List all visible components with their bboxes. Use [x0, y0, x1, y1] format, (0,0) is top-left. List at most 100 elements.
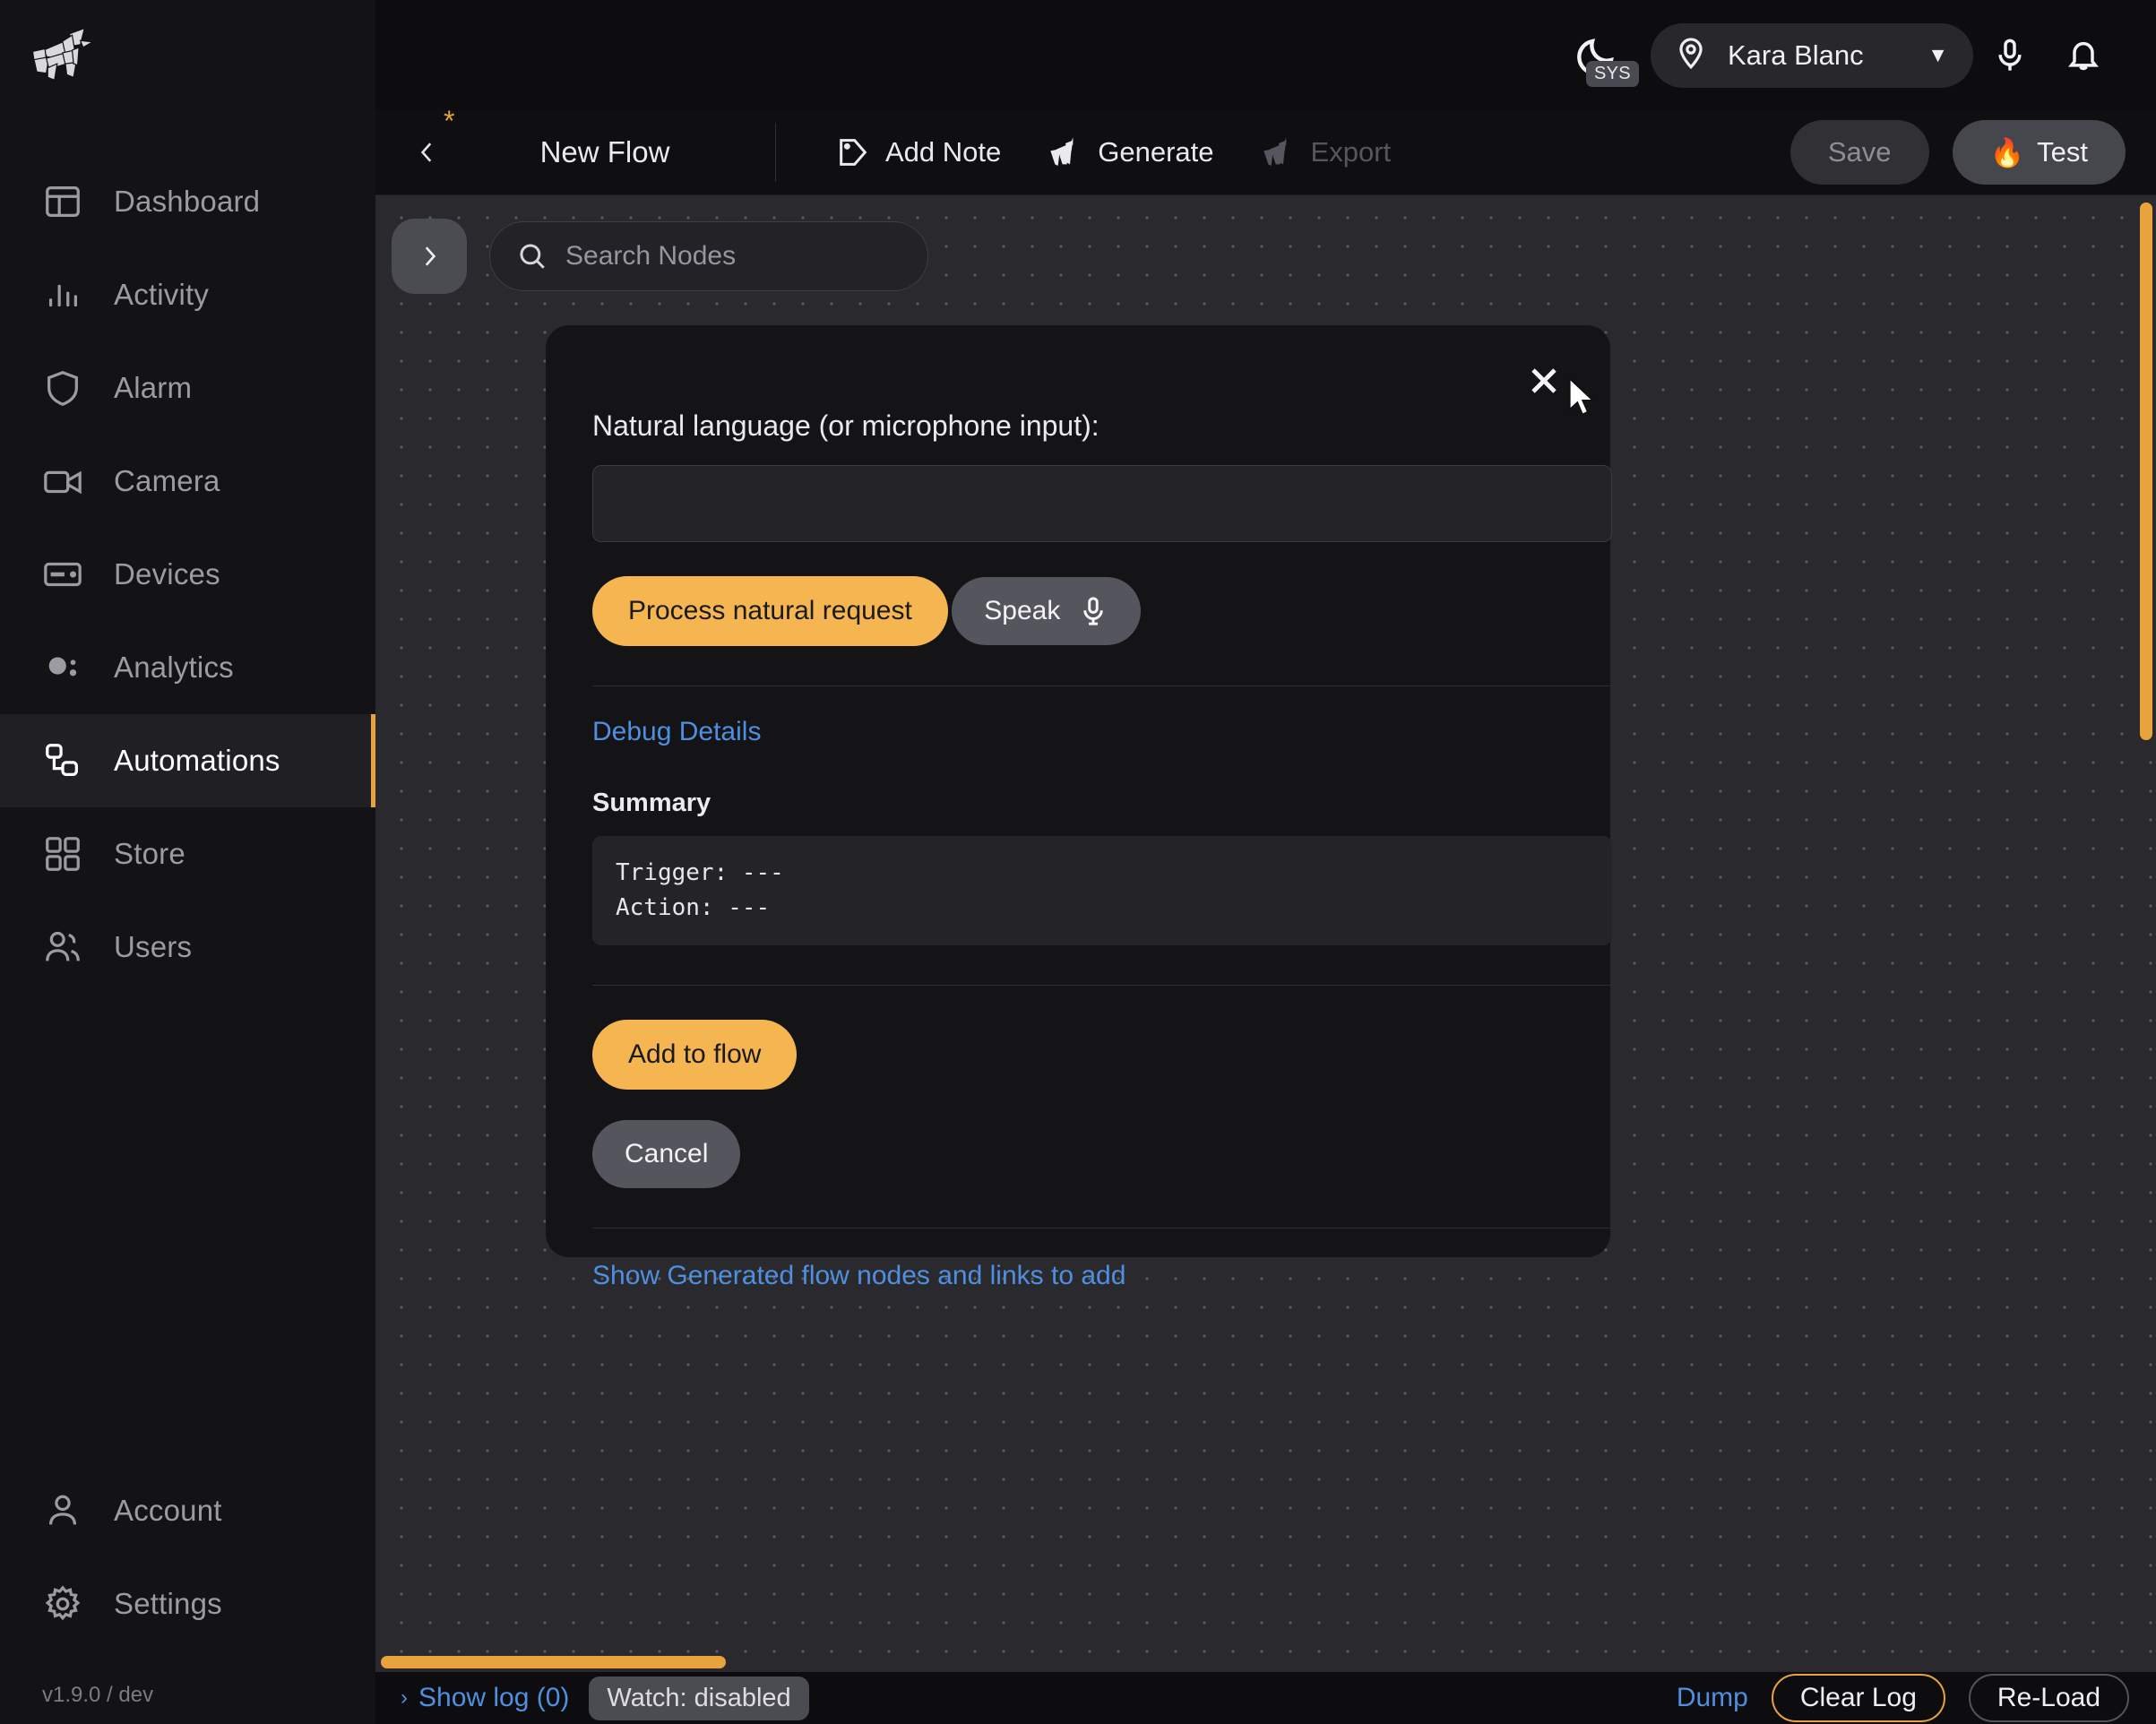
clear-log-button[interactable]: Clear Log	[1771, 1674, 1945, 1722]
close-modal-button[interactable]	[1515, 352, 1573, 409]
add-note-button[interactable]: Add Note	[812, 123, 1024, 182]
modal-divider-top	[592, 685, 1612, 686]
microphone-icon	[1998, 39, 2022, 71]
microphone-button[interactable]	[1973, 22, 2047, 90]
watch-status-badge: Watch: disabled	[589, 1676, 809, 1720]
flow-toolbar: * New Flow Add Note Generate Export Save…	[375, 107, 2156, 195]
summary-heading: Summary	[592, 789, 711, 817]
speak-button[interactable]: Speak	[952, 577, 1142, 645]
logo-area[interactable]	[0, 0, 375, 110]
sidebar-item-analytics[interactable]: Analytics	[0, 621, 375, 714]
location-user-selector[interactable]: Kara Blanc ▼	[1651, 22, 1973, 88]
sidebar-item-alarm[interactable]: Alarm	[0, 341, 375, 435]
canvas-toolbar	[392, 219, 928, 294]
unicorn-icon	[1261, 134, 1297, 170]
cancel-label: Cancel	[625, 1139, 709, 1168]
analytics-bubble-icon	[42, 647, 83, 688]
sidebar-item-devices[interactable]: Devices	[0, 528, 375, 621]
log-actions: Dump Clear Log Re-Load	[1677, 1674, 2129, 1722]
sidebar-item-label: Automations	[114, 744, 280, 777]
export-button: Export	[1238, 123, 1415, 182]
process-natural-request-button[interactable]: Process natural request	[592, 576, 948, 646]
canvas-horizontal-scrollbar[interactable]	[381, 1656, 726, 1668]
summary-code-block: Trigger: --- Action: ---	[592, 836, 1612, 945]
toolbar-actions: Save 🔥 Test	[1789, 120, 2126, 185]
bell-icon	[2068, 41, 2099, 70]
generate-label: Generate	[1098, 136, 1214, 168]
sidebar-item-dashboard[interactable]: Dashboard	[0, 155, 375, 248]
app-version: v1.9.0 / dev	[42, 1683, 154, 1707]
theme-mode-badge: SYS	[1586, 60, 1639, 87]
bottom-status-bar: › Show log (0) Watch: disabled Dump Clea…	[375, 1672, 2156, 1724]
sidebar-item-label: Devices	[114, 557, 220, 590]
users-icon	[42, 927, 83, 968]
sidebar-item-users[interactable]: Users	[0, 901, 375, 994]
show-generated-nodes-link[interactable]: Show Generated flow nodes and links to a…	[592, 1261, 1125, 1291]
unsaved-indicator: *	[444, 105, 455, 137]
dump-link[interactable]: Dump	[1677, 1683, 1748, 1713]
search-input[interactable]	[565, 241, 901, 272]
show-log-link[interactable]: › Show log (0)	[401, 1683, 569, 1713]
page-title: New Flow	[539, 135, 670, 168]
reload-button[interactable]: Re-Load	[1968, 1674, 2129, 1722]
nodes-flow-icon	[42, 740, 83, 781]
generate-button[interactable]: Generate	[1024, 123, 1237, 182]
save-label: Save	[1827, 136, 1892, 168]
sidebar-item-store[interactable]: Store	[0, 807, 375, 901]
chevron-right-icon	[425, 246, 436, 266]
prompt-label: Natural language (or microphone input):	[592, 409, 1100, 442]
sidebar-item-label: Users	[114, 930, 193, 963]
chevron-right-icon: ›	[401, 1685, 408, 1710]
video-camera-icon	[42, 461, 83, 502]
app-root: Dashboard Activity Alarm Camera Devices …	[0, 0, 2156, 1724]
sidebar-item-account[interactable]: Account	[0, 1464, 375, 1557]
canvas-vertical-scrollbar[interactable]	[2140, 203, 2152, 740]
add-to-flow-button[interactable]: Add to flow	[592, 1020, 798, 1090]
fire-icon: 🔥	[1989, 136, 2025, 168]
flow-title-group: * New Flow	[444, 107, 757, 169]
sidebar-item-activity[interactable]: Activity	[0, 248, 375, 341]
grid-squares-icon	[42, 833, 83, 875]
sidebar-item-label: Analytics	[114, 651, 234, 684]
sidebar-item-label: Camera	[114, 464, 220, 497]
test-button[interactable]: 🔥 Test	[1952, 120, 2126, 185]
sidebar-item-label: Alarm	[114, 371, 193, 404]
debug-details-link[interactable]: Debug Details	[592, 717, 761, 747]
layout-dashboard-icon	[42, 181, 83, 222]
expand-panel-button[interactable]	[392, 219, 467, 294]
modal-divider-mid	[592, 985, 1612, 986]
search-nodes-box[interactable]	[489, 221, 928, 291]
gear-icon	[42, 1583, 83, 1625]
flow-canvas[interactable]: Natural language (or microphone input): …	[375, 195, 2156, 1672]
sidebar-item-label: Settings	[114, 1587, 222, 1620]
natural-language-input[interactable]	[592, 465, 1612, 542]
unicorn-icon	[1048, 134, 1083, 170]
sidebar-item-label: Store	[114, 837, 185, 870]
export-label: Export	[1310, 136, 1392, 168]
sidebar-item-label: Account	[114, 1494, 222, 1527]
cancel-button[interactable]: Cancel	[592, 1120, 741, 1188]
save-button[interactable]: Save	[1789, 120, 1929, 185]
sidebar-nav-secondary: Account Settings v1.9.0 / dev	[0, 1464, 375, 1724]
device-card-icon	[42, 554, 83, 595]
selected-user-name: Kara Blanc	[1728, 39, 1864, 71]
chevron-left-icon	[420, 142, 432, 162]
sidebar-item-automations[interactable]: Automations	[0, 714, 375, 807]
microphone-icon	[1083, 597, 1104, 625]
origami-unicorn-logo	[31, 23, 95, 81]
theme-toggle[interactable]: SYS	[1563, 22, 1639, 90]
tag-icon	[835, 134, 871, 170]
sidebar-item-settings[interactable]: Settings	[0, 1557, 375, 1651]
shield-icon	[42, 367, 83, 409]
main-area: SYS Kara Blanc ▼ * New Flow Add Note Gen…	[375, 0, 2156, 1724]
sidebar-item-camera[interactable]: Camera	[0, 435, 375, 528]
process-button-label: Process natural request	[628, 596, 912, 625]
add-note-label: Add Note	[885, 136, 1002, 168]
sidebar-nav-primary: Dashboard Activity Alarm Camera Devices …	[0, 155, 375, 994]
notifications-button[interactable]	[2047, 22, 2120, 90]
sidebar-item-label: Activity	[114, 278, 210, 311]
search-icon	[520, 244, 545, 269]
test-label: Test	[2037, 136, 2088, 168]
add-to-flow-label: Add to flow	[628, 1039, 762, 1069]
sidebar-item-label: Dashboard	[114, 185, 261, 218]
